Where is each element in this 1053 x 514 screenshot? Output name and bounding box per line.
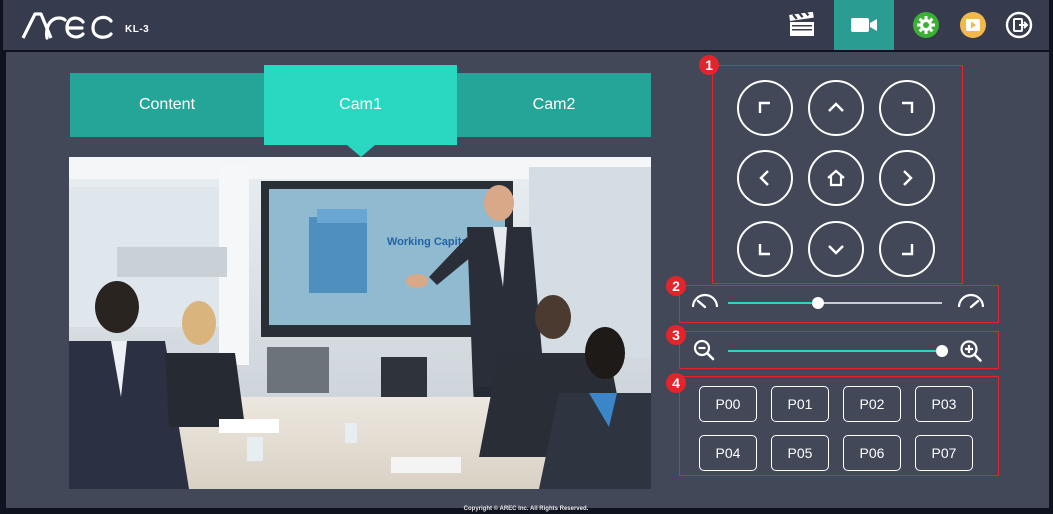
model-label: KL-3 — [125, 24, 150, 35]
tab-cam1[interactable]: Cam1 — [264, 65, 457, 157]
preset-label: P07 — [931, 445, 957, 461]
corner-up-left-icon — [758, 101, 770, 113]
arec-logo — [21, 12, 113, 40]
preset-badge-number: 4 — [672, 375, 680, 391]
preset-label: P00 — [715, 396, 741, 412]
pan-down-right-button[interactable] — [879, 221, 935, 277]
logout-button[interactable] — [999, 0, 1039, 50]
tab-cam2[interactable]: Cam2 — [457, 73, 651, 137]
copyright-footer: Copyright © AREC Inc. All Rights Reserve… — [463, 506, 589, 512]
slow-speed-icon[interactable] — [690, 292, 720, 310]
tilt-down-button[interactable] — [808, 221, 864, 277]
speed-slider-fill — [728, 302, 818, 304]
tab-cam2-label: Cam2 — [532, 96, 576, 113]
screen-text: Working Capital — [387, 236, 471, 248]
preset-label: P05 — [787, 445, 813, 461]
chevron-left-icon — [759, 170, 769, 186]
speed-badge: 2 — [666, 276, 686, 296]
preset-button-p06[interactable]: P06 — [843, 435, 901, 471]
camera-button[interactable] — [834, 0, 894, 50]
preset-button-p00[interactable]: P00 — [699, 386, 757, 422]
zoom-badge: 3 — [666, 325, 686, 345]
settings-icon — [913, 12, 939, 38]
media-player-icon — [960, 12, 986, 38]
preset-button-p02[interactable]: P02 — [843, 386, 901, 422]
speed-badge-number: 2 — [672, 278, 680, 294]
clapperboard-icon — [789, 12, 814, 36]
top-bar: KL-3 — [3, 0, 1049, 50]
tab-content[interactable]: Content — [70, 73, 264, 137]
preset-button-p01[interactable]: P01 — [771, 386, 829, 422]
home-icon — [827, 169, 845, 187]
preset-label: P02 — [859, 396, 885, 412]
fast-speed-icon[interactable] — [956, 292, 986, 310]
preset-label: P03 — [931, 396, 957, 412]
pan-up-right-button[interactable] — [879, 80, 935, 136]
tab-cam1-label: Cam1 — [339, 96, 382, 113]
preset-button-p04[interactable]: P04 — [699, 435, 757, 471]
home-button[interactable] — [808, 150, 864, 206]
zoom-badge-number: 3 — [672, 327, 680, 343]
chevron-up-icon — [828, 102, 844, 112]
preview-image: Working Capital — [69, 157, 651, 489]
settings-button[interactable] — [906, 0, 946, 50]
speed-control-box — [679, 285, 999, 323]
camera-icon — [851, 18, 877, 32]
zoom-slider-thumb[interactable] — [936, 345, 948, 357]
pan-up-left-button[interactable] — [737, 80, 793, 136]
clapperboard-button[interactable] — [781, 0, 823, 50]
ptz-badge-number: 1 — [705, 57, 713, 73]
tilt-up-button[interactable] — [808, 80, 864, 136]
preset-button-p07[interactable]: P07 — [915, 435, 973, 471]
preset-label: P01 — [787, 396, 813, 412]
chevron-down-icon — [828, 245, 844, 255]
preset-button-p03[interactable]: P03 — [915, 386, 973, 422]
logout-icon — [1005, 11, 1033, 39]
active-tab-pointer — [346, 145, 375, 157]
pan-left-button[interactable] — [737, 150, 793, 206]
corner-down-right-icon — [902, 244, 914, 256]
preset-badge: 4 — [666, 373, 686, 393]
preset-label: P06 — [859, 445, 885, 461]
main-panel: Content Cam2 Cam1 Working Capital 1 2 3 … — [6, 52, 1049, 508]
pan-right-button[interactable] — [879, 150, 935, 206]
pan-down-left-button[interactable] — [737, 221, 793, 277]
media-player-button[interactable] — [953, 0, 993, 50]
speed-slider-thumb[interactable] — [811, 297, 824, 309]
zoom-in-icon[interactable] — [959, 339, 983, 363]
chevron-right-icon — [903, 170, 913, 186]
preset-button-p05[interactable]: P05 — [771, 435, 829, 471]
zoom-out-icon[interactable] — [693, 339, 715, 361]
preset-label: P04 — [715, 445, 741, 461]
corner-up-right-icon — [902, 101, 914, 113]
camera-preview[interactable]: Working Capital — [69, 157, 651, 489]
corner-down-left-icon — [758, 244, 770, 256]
ptz-badge: 1 — [699, 55, 719, 75]
zoom-slider-fill — [728, 350, 942, 352]
source-tabs: Content Cam2 Cam1 — [70, 65, 651, 157]
app-window: KL-3 Content Cam2 Cam1 Working Capital 1… — [3, 0, 1049, 514]
tab-content-label: Content — [138, 96, 196, 113]
